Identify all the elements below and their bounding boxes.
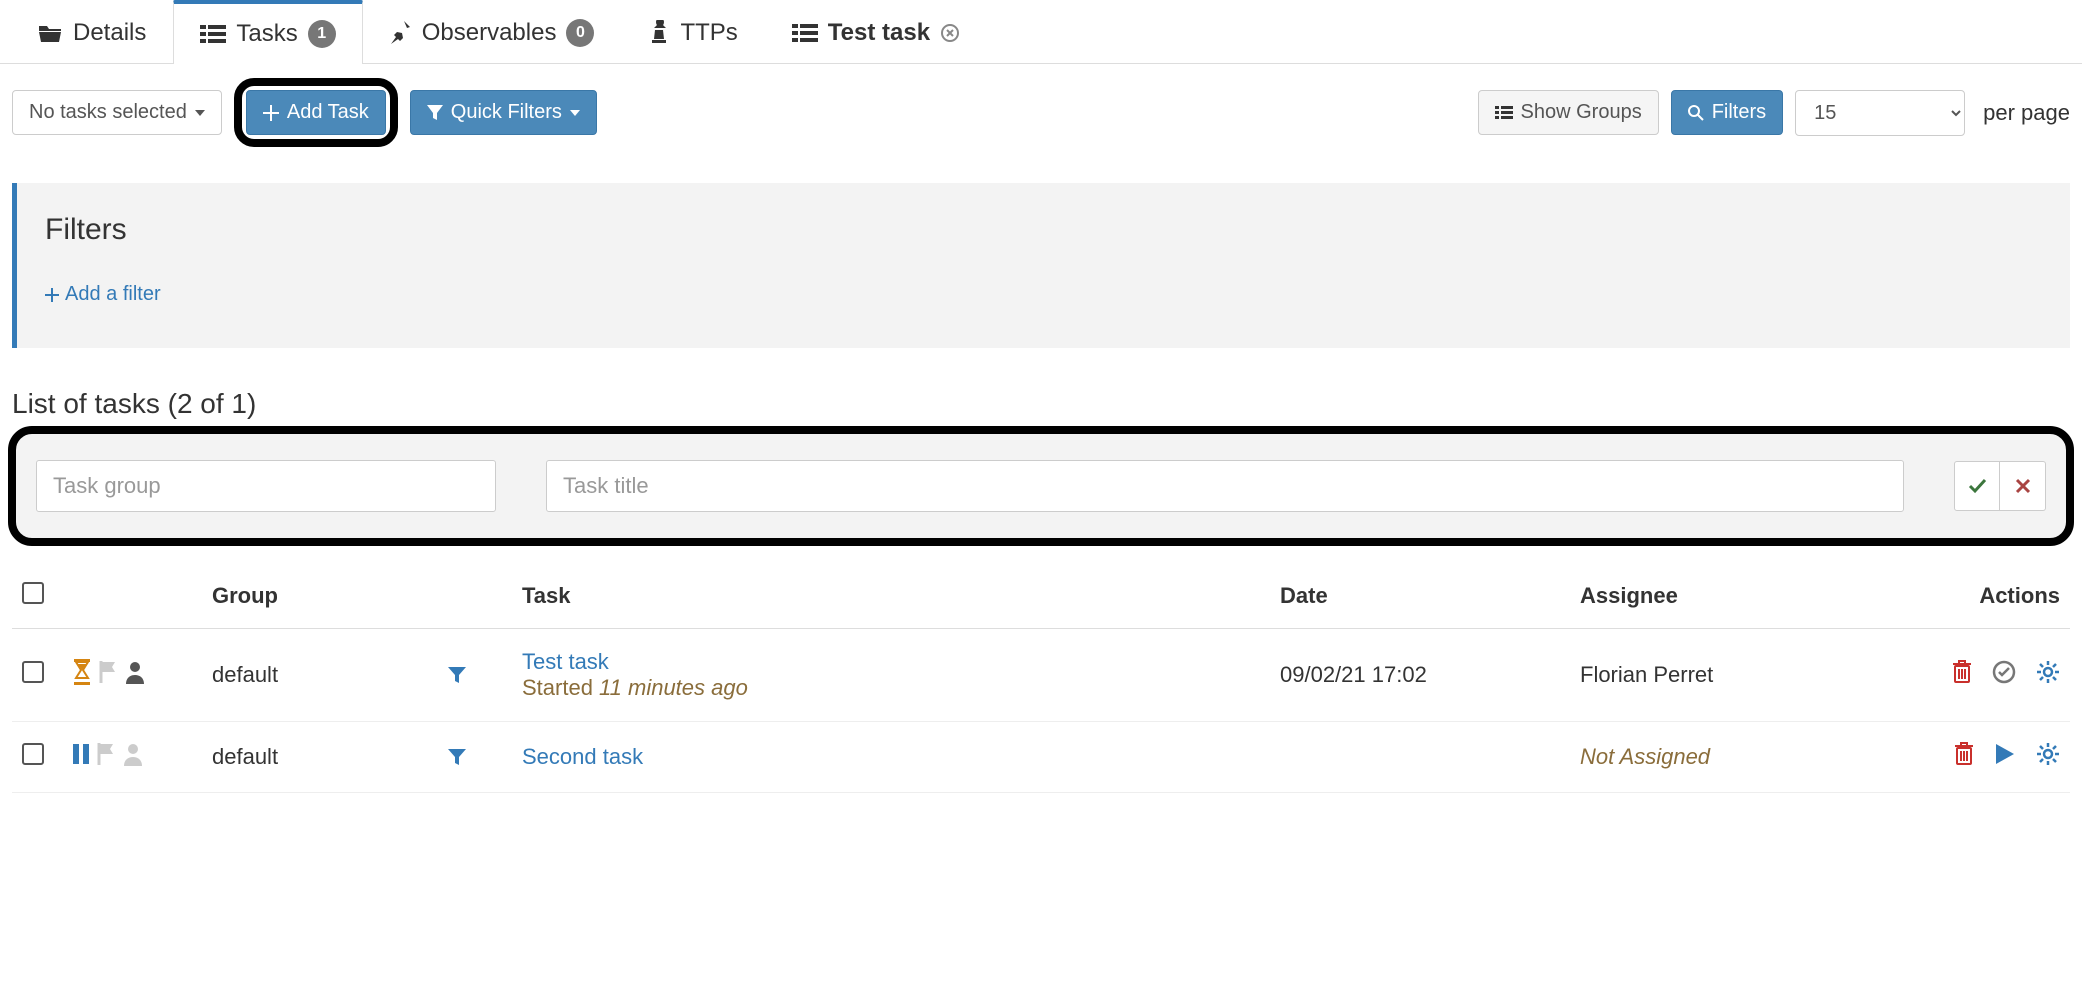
col-date: Date — [1270, 564, 1570, 629]
close-icon[interactable] — [940, 23, 960, 43]
tab-test-task[interactable]: Test task — [765, 0, 987, 64]
observables-count-badge: 0 — [566, 19, 594, 47]
confirm-button[interactable] — [1954, 461, 2000, 511]
table-row: default Second task Not Assigned — [12, 721, 2070, 792]
tab-test-task-label: Test task — [828, 19, 930, 47]
col-actions: Actions — [1890, 564, 2070, 629]
hourglass-icon — [72, 659, 92, 685]
search-icon — [1688, 105, 1704, 121]
caret-down-icon — [570, 110, 580, 116]
user-icon — [122, 742, 144, 766]
user-icon — [124, 660, 146, 684]
no-tasks-selected-dropdown[interactable]: No tasks selected — [12, 90, 222, 135]
tasks-icon — [792, 22, 818, 44]
list-heading: List of tasks (2 of 1) — [0, 388, 2082, 426]
per-page-select[interactable]: 15 — [1795, 90, 1965, 136]
col-group: Group — [202, 564, 512, 629]
filter-by-group-icon[interactable] — [448, 666, 466, 684]
funnel-icon — [427, 105, 443, 121]
tab-details[interactable]: Details — [10, 0, 173, 64]
tasks-icon — [200, 23, 226, 45]
tab-ttps-label: TTPs — [680, 19, 737, 47]
quick-filters-dropdown[interactable]: Quick Filters — [410, 90, 597, 135]
row-assignee: Florian Perret — [1570, 628, 1890, 721]
new-task-row-highlight — [8, 426, 2074, 546]
cancel-button[interactable] — [2000, 461, 2046, 511]
tab-tasks[interactable]: Tasks 1 — [173, 0, 362, 64]
add-filter-link[interactable]: Add a filter — [45, 283, 161, 306]
col-task: Task — [512, 564, 1270, 629]
tasks-table: Group Task Date Assignee Actions — [12, 564, 2070, 793]
caret-down-icon — [195, 110, 205, 116]
toolbar: No tasks selected Add Task Quick Filters… — [0, 64, 2082, 183]
row-date: 09/02/21 17:02 — [1270, 628, 1570, 721]
tab-details-label: Details — [73, 19, 146, 47]
task-group-input[interactable] — [36, 460, 496, 512]
tab-observables-label: Observables — [422, 19, 557, 47]
folder-icon — [37, 22, 63, 44]
play-icon[interactable] — [1994, 742, 2016, 766]
select-all-checkbox[interactable] — [22, 582, 44, 604]
add-task-button[interactable]: Add Task — [246, 90, 386, 135]
flag-icon[interactable] — [96, 742, 116, 766]
add-filter-label: Add a filter — [65, 283, 161, 306]
task-title-input[interactable] — [546, 460, 1904, 512]
show-groups-button[interactable]: Show Groups — [1478, 90, 1659, 135]
tab-observables[interactable]: Observables 0 — [363, 0, 622, 64]
tab-tasks-label: Tasks — [236, 20, 297, 48]
tabs-bar: Details Tasks 1 Observables 0 TTPs Test … — [0, 0, 2082, 64]
complete-icon[interactable] — [1992, 660, 2016, 684]
filters-panel: Filters Add a filter — [12, 183, 2070, 348]
list-icon — [1495, 105, 1513, 121]
plus-icon — [263, 105, 279, 121]
show-groups-label: Show Groups — [1521, 101, 1642, 124]
filter-by-group-icon[interactable] — [448, 748, 466, 766]
task-link[interactable]: Second task — [522, 744, 643, 769]
row-date — [1270, 721, 1570, 792]
pin-icon — [390, 21, 412, 45]
col-assignee: Assignee — [1570, 564, 1890, 629]
table-row: default Test task Started 11 minutes ago… — [12, 628, 2070, 721]
row-assignee: Not Assigned — [1580, 744, 1710, 769]
new-task-actions — [1954, 461, 2046, 511]
delete-icon[interactable] — [1954, 742, 1974, 766]
row-group: default — [212, 744, 278, 770]
flag-icon[interactable] — [98, 660, 118, 684]
row-checkbox[interactable] — [22, 661, 44, 683]
gear-icon[interactable] — [2036, 660, 2060, 684]
task-link[interactable]: Test task — [522, 649, 609, 674]
task-subtext: Started 11 minutes ago — [522, 675, 1260, 701]
tab-ttps[interactable]: TTPs — [621, 0, 764, 64]
pause-icon — [72, 743, 90, 765]
gear-icon[interactable] — [2036, 742, 2060, 766]
quick-filters-label: Quick Filters — [451, 101, 562, 124]
filters-btn-label: Filters — [1712, 101, 1766, 124]
row-group: default — [212, 662, 278, 688]
tasks-count-badge: 1 — [308, 20, 336, 48]
no-tasks-selected-label: No tasks selected — [29, 101, 187, 124]
chess-icon — [648, 20, 670, 46]
delete-icon[interactable] — [1952, 660, 1972, 684]
plus-icon — [45, 288, 59, 302]
row-checkbox[interactable] — [22, 743, 44, 765]
filters-button[interactable]: Filters — [1671, 90, 1783, 135]
add-task-highlight: Add Task — [234, 78, 398, 147]
filters-title: Filters — [45, 213, 2042, 247]
per-page-label: per page — [1983, 100, 2070, 126]
add-task-label: Add Task — [287, 101, 369, 124]
